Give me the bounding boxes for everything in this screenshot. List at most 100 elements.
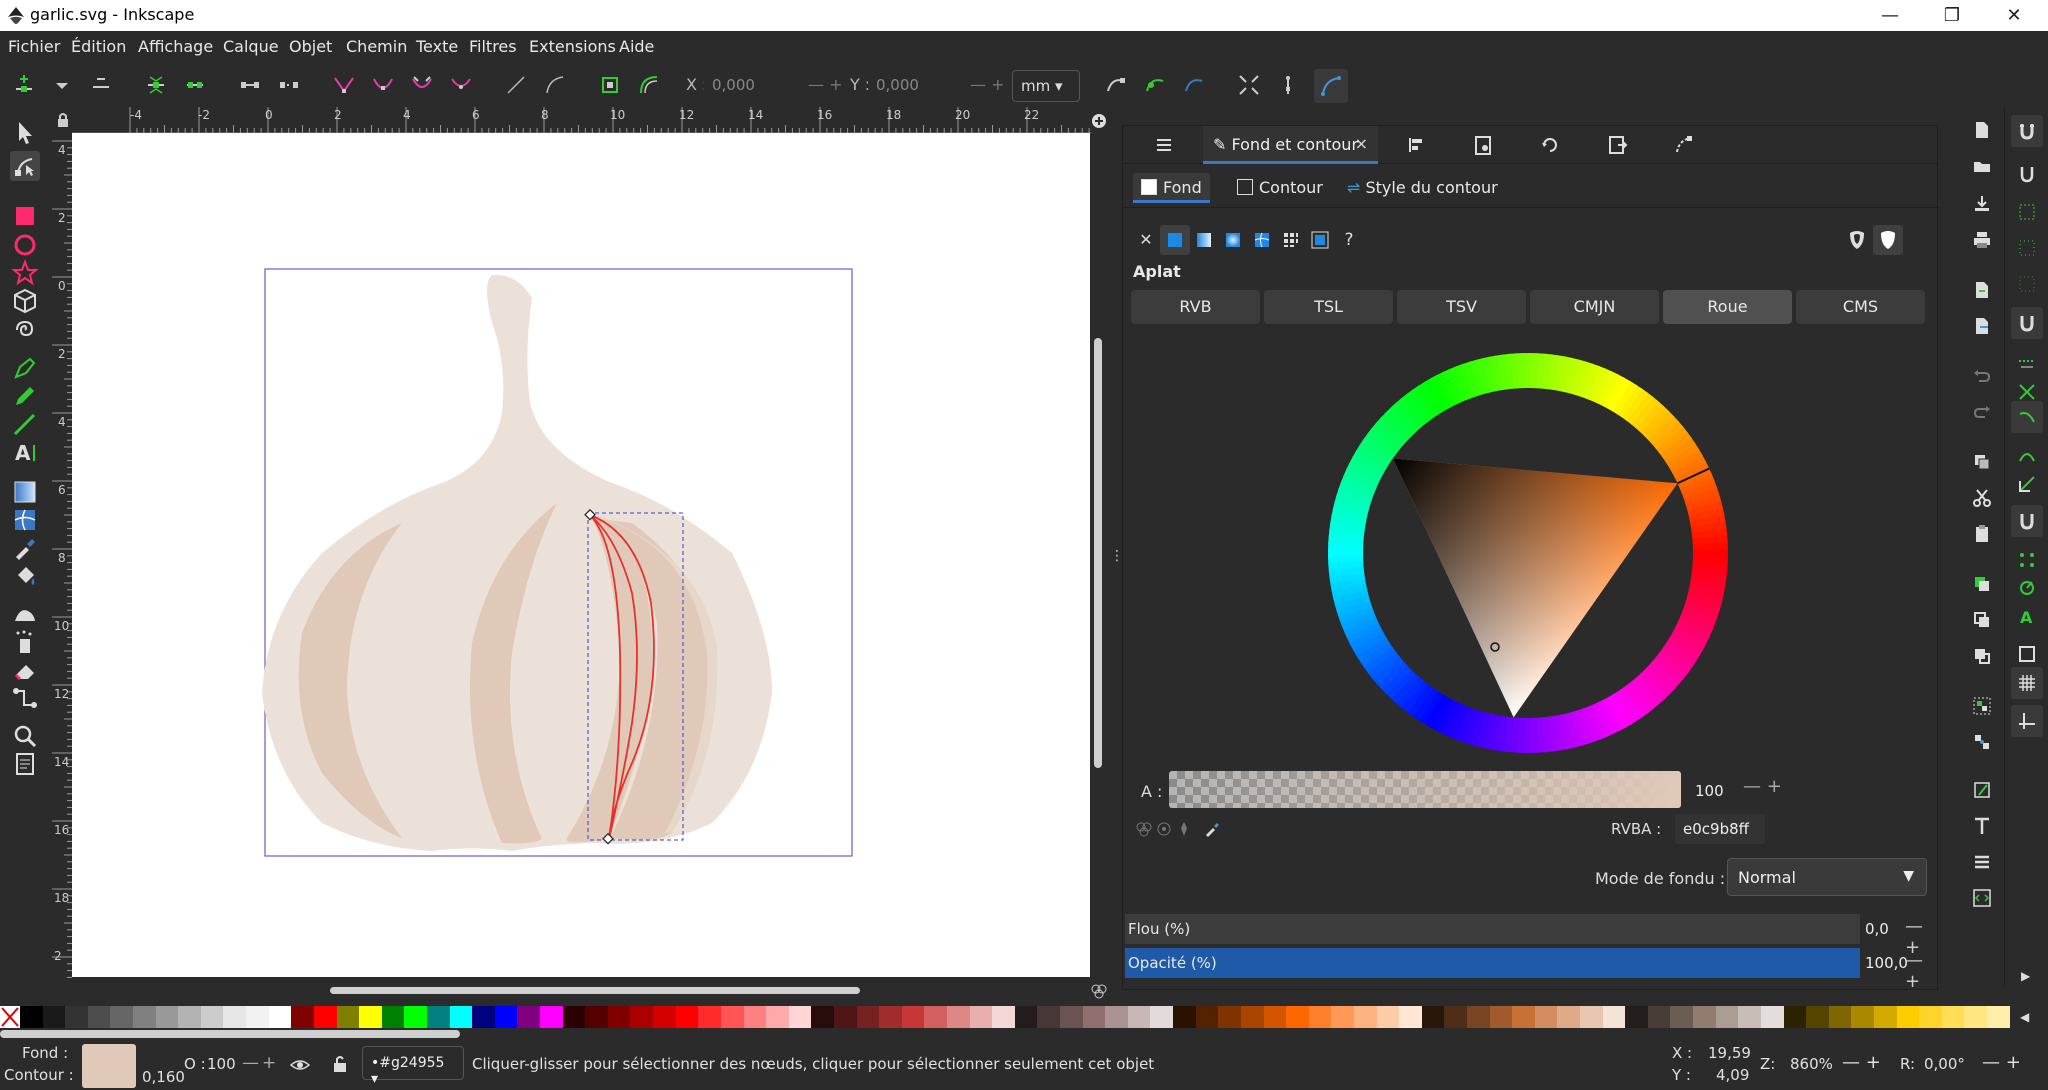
snap-grid-toggle[interactable] (2011, 667, 2043, 699)
opacity-value[interactable]: 100,0 (1865, 954, 1908, 972)
palette-swatch[interactable] (494, 1006, 518, 1028)
mode-hsv[interactable]: TSV (1397, 290, 1526, 324)
snap-guide-toggle[interactable] (2011, 705, 2043, 737)
duplicate-icon[interactable] (1971, 573, 1993, 595)
palette-swatch[interactable] (969, 1006, 993, 1028)
3d-box-tool-icon[interactable] (10, 286, 40, 316)
palette-swatch[interactable] (1534, 1006, 1558, 1028)
menu-filtres[interactable]: Filtres (469, 37, 517, 56)
blend-mode-select[interactable]: Normal ▼ (1727, 858, 1927, 896)
palette-swatch[interactable] (1489, 1006, 1513, 1028)
copy-icon[interactable] (1971, 451, 1993, 473)
palette-swatch[interactable] (1670, 1006, 1694, 1028)
alpha-stepper[interactable]: — + (1743, 776, 1782, 797)
palette-swatch[interactable] (562, 1006, 586, 1028)
restore-button[interactable]: ❐ (1922, 0, 1982, 31)
text-tool-icon[interactable]: A (10, 437, 40, 467)
color-picker-icon[interactable] (1203, 820, 1221, 838)
export-icon[interactable] (1606, 134, 1628, 156)
stroke-to-path-icon[interactable] (637, 73, 661, 97)
palette-swatch[interactable] (1602, 1006, 1626, 1028)
palette-swatch[interactable] (87, 1006, 111, 1028)
mesh-gradient-button[interactable] (1247, 225, 1277, 255)
path-effects-icon[interactable] (1673, 134, 1695, 156)
color-wheel-graphic[interactable] (1303, 328, 1753, 778)
flat-color-button[interactable] (1160, 225, 1190, 255)
palette-swatch[interactable] (992, 1006, 1015, 1028)
palette-swatch[interactable] (1195, 1006, 1219, 1028)
calligraphy-tool-icon[interactable] (10, 409, 40, 439)
palette-swatch[interactable] (1331, 1006, 1354, 1028)
palette-swatch[interactable] (766, 1006, 789, 1028)
palette-swatch[interactable] (359, 1006, 382, 1028)
palette-swatch[interactable] (607, 1006, 631, 1028)
dock-menu-icon[interactable] (1153, 134, 1175, 156)
snap-center-icon[interactable] (2016, 549, 2038, 571)
redo-icon[interactable] (1971, 401, 1993, 423)
lock-icon[interactable] (56, 112, 70, 128)
no-paint-button[interactable]: ✕ (1131, 225, 1161, 255)
palette-swatch[interactable] (336, 1006, 360, 1028)
palette-swatch[interactable] (653, 1006, 676, 1028)
mode-hsl[interactable]: TSL (1264, 290, 1393, 324)
snap-rotation-icon[interactable] (2016, 577, 2038, 599)
color-management-icon[interactable] (1090, 982, 1108, 1000)
palette-swatch[interactable] (1851, 1006, 1874, 1028)
canvas-vertical-scrollbar[interactable] (1094, 338, 1102, 768)
pattern-button[interactable] (1276, 225, 1306, 255)
palette-swatch[interactable] (1060, 1006, 1083, 1028)
palette-swatch[interactable] (1308, 1006, 1332, 1028)
color-wheel[interactable] (1303, 328, 1753, 778)
snap-cusp-toggle[interactable] (2011, 401, 2043, 433)
palette-swatch[interactable] (426, 1006, 450, 1028)
palette-swatch[interactable] (856, 1006, 880, 1028)
rotation-stepper[interactable]: — + (1982, 1052, 2021, 1073)
menu-chemin[interactable]: Chemin (346, 37, 407, 56)
dropper-tool-icon[interactable] (10, 533, 40, 563)
palette-swatch[interactable] (65, 1006, 88, 1028)
menu-objet[interactable]: Objet (289, 37, 332, 56)
palette-swatch[interactable] (1286, 1006, 1309, 1028)
rectangle-tool-icon[interactable] (10, 201, 40, 231)
status-opacity-value[interactable]: 100 (207, 1055, 236, 1073)
swatch-button[interactable] (1305, 225, 1335, 255)
palette-swatch[interactable] (20, 1006, 43, 1028)
palette-swatch[interactable] (1896, 1006, 1920, 1028)
pencil-tool-icon[interactable] (10, 381, 40, 411)
segment-line-icon[interactable] (504, 73, 528, 97)
palette-swatch[interactable] (540, 1006, 563, 1028)
palette-swatch[interactable] (1580, 1006, 1603, 1028)
blur-value[interactable]: 0,0 (1865, 920, 1889, 938)
palette-swatch[interactable] (1037, 1006, 1061, 1028)
layer-visibility-icon[interactable] (290, 1056, 310, 1074)
document-properties-icon[interactable] (1472, 134, 1494, 156)
align-distribute-icon[interactable] (1406, 134, 1428, 156)
palette-swatch[interactable] (788, 1006, 812, 1028)
palette-swatch[interactable] (110, 1006, 134, 1028)
insert-node-icon[interactable] (12, 73, 36, 97)
tab-fill-and-stroke[interactable]: ✎ Fond et contour × (1203, 126, 1378, 164)
palette-swatch[interactable] (291, 1006, 314, 1028)
palette-swatch[interactable] (1738, 1006, 1761, 1028)
palette-swatch[interactable] (472, 1006, 495, 1028)
palette-swatch[interactable] (1444, 1006, 1467, 1028)
garlic-drawing[interactable] (72, 133, 1090, 977)
opacity-slider[interactable]: Opacité (%) (1125, 948, 1860, 978)
snap-smooth-icon[interactable] (2016, 445, 2038, 467)
palette-swatch[interactable] (743, 1006, 767, 1028)
opacity-stepper[interactable]: —+ (1905, 950, 1937, 992)
menu-edition[interactable]: Édition (71, 37, 126, 56)
y-stepper[interactable]: — + (970, 75, 1005, 94)
canvas-horizontal-scrollbar[interactable] (330, 987, 860, 994)
join-nodes-icon[interactable] (144, 73, 168, 97)
palette-swatch[interactable] (1263, 1006, 1287, 1028)
node-smooth-icon[interactable] (371, 73, 395, 97)
alpha-slider[interactable] (1169, 771, 1681, 808)
palette-swatch[interactable] (1557, 1006, 1581, 1028)
y-field[interactable]: 0,000 (868, 72, 978, 100)
palette-swatch[interactable] (1105, 1006, 1128, 1028)
status-opacity-stepper[interactable]: — (242, 1053, 259, 1073)
status-opacity-stepper-plus[interactable]: + (262, 1053, 276, 1073)
zoom-fit-corner-icon[interactable] (1090, 112, 1108, 130)
palette-swatch[interactable] (698, 1006, 721, 1028)
